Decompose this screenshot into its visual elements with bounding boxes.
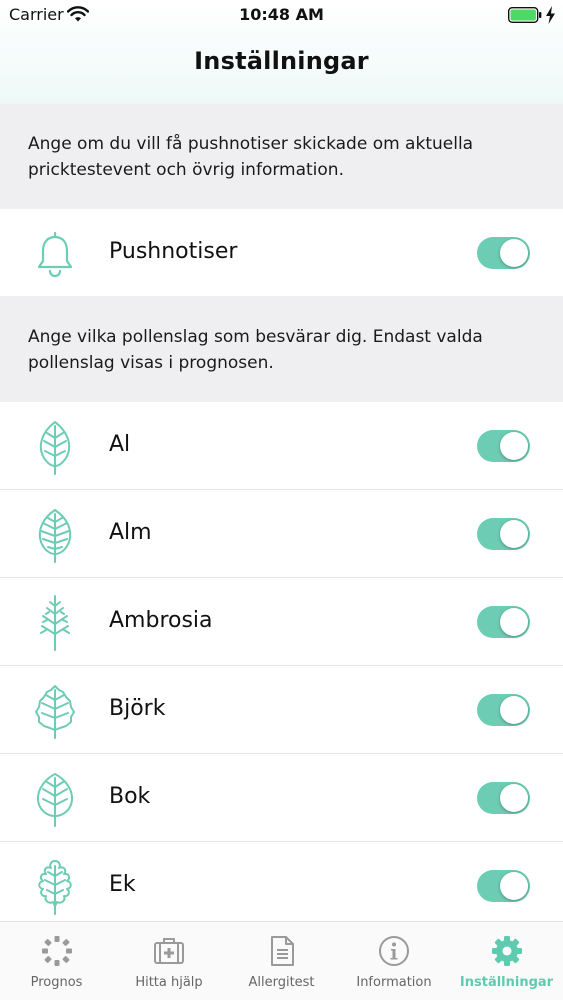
toggle-knob (500, 239, 528, 267)
pollen-label: Björk (109, 696, 166, 721)
tab-label: Allergitest (248, 975, 315, 990)
charging-bolt-icon (546, 6, 555, 24)
pollen-item-al: Al (0, 402, 563, 490)
tab-label: Prognos (30, 975, 83, 990)
status-time: 10:48 AM (239, 5, 324, 24)
pollen-label: Ek (109, 872, 136, 897)
tab-information[interactable]: Information (338, 922, 450, 1000)
toggle-knob (500, 608, 528, 636)
tab-installningar[interactable]: Inställningar (450, 922, 563, 1000)
bjork-toggle[interactable] (477, 694, 530, 726)
pollen-description: Ange vilka pollenslag som besvärar dig. … (0, 296, 563, 402)
pollen-label: Alm (109, 520, 152, 545)
elm-leaf-icon (38, 509, 72, 563)
ambrosia-toggle[interactable] (477, 606, 530, 638)
ek-toggle[interactable] (477, 870, 530, 902)
page-title: Inställningar (194, 47, 369, 75)
forecast-icon (41, 936, 72, 966)
battery-icon (508, 7, 542, 23)
bell-icon (37, 231, 73, 278)
pollen-item-bok: Bok (0, 754, 563, 842)
document-icon (270, 936, 294, 966)
pollen-item-bjork: Björk (0, 666, 563, 754)
pollen-label: Bok (109, 784, 151, 809)
al-toggle[interactable] (477, 430, 530, 462)
toggle-knob (500, 520, 528, 548)
tab-label: Inställningar (459, 975, 554, 990)
push-label: Pushnotiser (109, 239, 238, 264)
alder-leaf-icon (39, 421, 71, 475)
tab-label: Information (356, 975, 432, 990)
tab-label: Hitta hjälp (135, 975, 203, 990)
push-notification-row: Pushnotiser (0, 209, 563, 297)
gear-icon (491, 936, 522, 966)
tab-hitta-hjalp[interactable]: Hitta hjälp (113, 922, 225, 1000)
header: Carrier 10:48 AM Inställningar (0, 0, 563, 104)
tab-bar: Prognos Hitta hjälp Allergitest Informat… (0, 921, 563, 1000)
info-icon (379, 936, 409, 966)
toggle-knob (500, 696, 528, 724)
toggle-knob (500, 784, 528, 812)
oak-leaf-icon (38, 860, 72, 915)
alm-toggle[interactable] (477, 518, 530, 550)
toggle-knob (500, 432, 528, 460)
pollen-item-alm: Alm (0, 490, 563, 578)
push-toggle[interactable] (477, 237, 530, 269)
pollen-item-ek: Ek (0, 842, 563, 930)
pollen-label: Al (109, 432, 131, 457)
ragweed-icon (40, 595, 70, 651)
toggle-knob (500, 872, 528, 900)
birch-leaf-icon (35, 685, 75, 739)
tab-allergitest[interactable]: Allergitest (225, 922, 338, 1000)
pollen-item-ambrosia: Ambrosia (0, 578, 563, 666)
first-aid-kit-icon (154, 938, 184, 964)
push-description: Ange om du vill få pushnotiser skickade … (0, 104, 563, 209)
bok-toggle[interactable] (477, 782, 530, 814)
tab-prognos[interactable]: Prognos (0, 922, 113, 1000)
beech-leaf-icon (36, 773, 74, 827)
status-bar: Carrier 10:48 AM (0, 0, 563, 30)
pollen-label: Ambrosia (109, 608, 213, 633)
